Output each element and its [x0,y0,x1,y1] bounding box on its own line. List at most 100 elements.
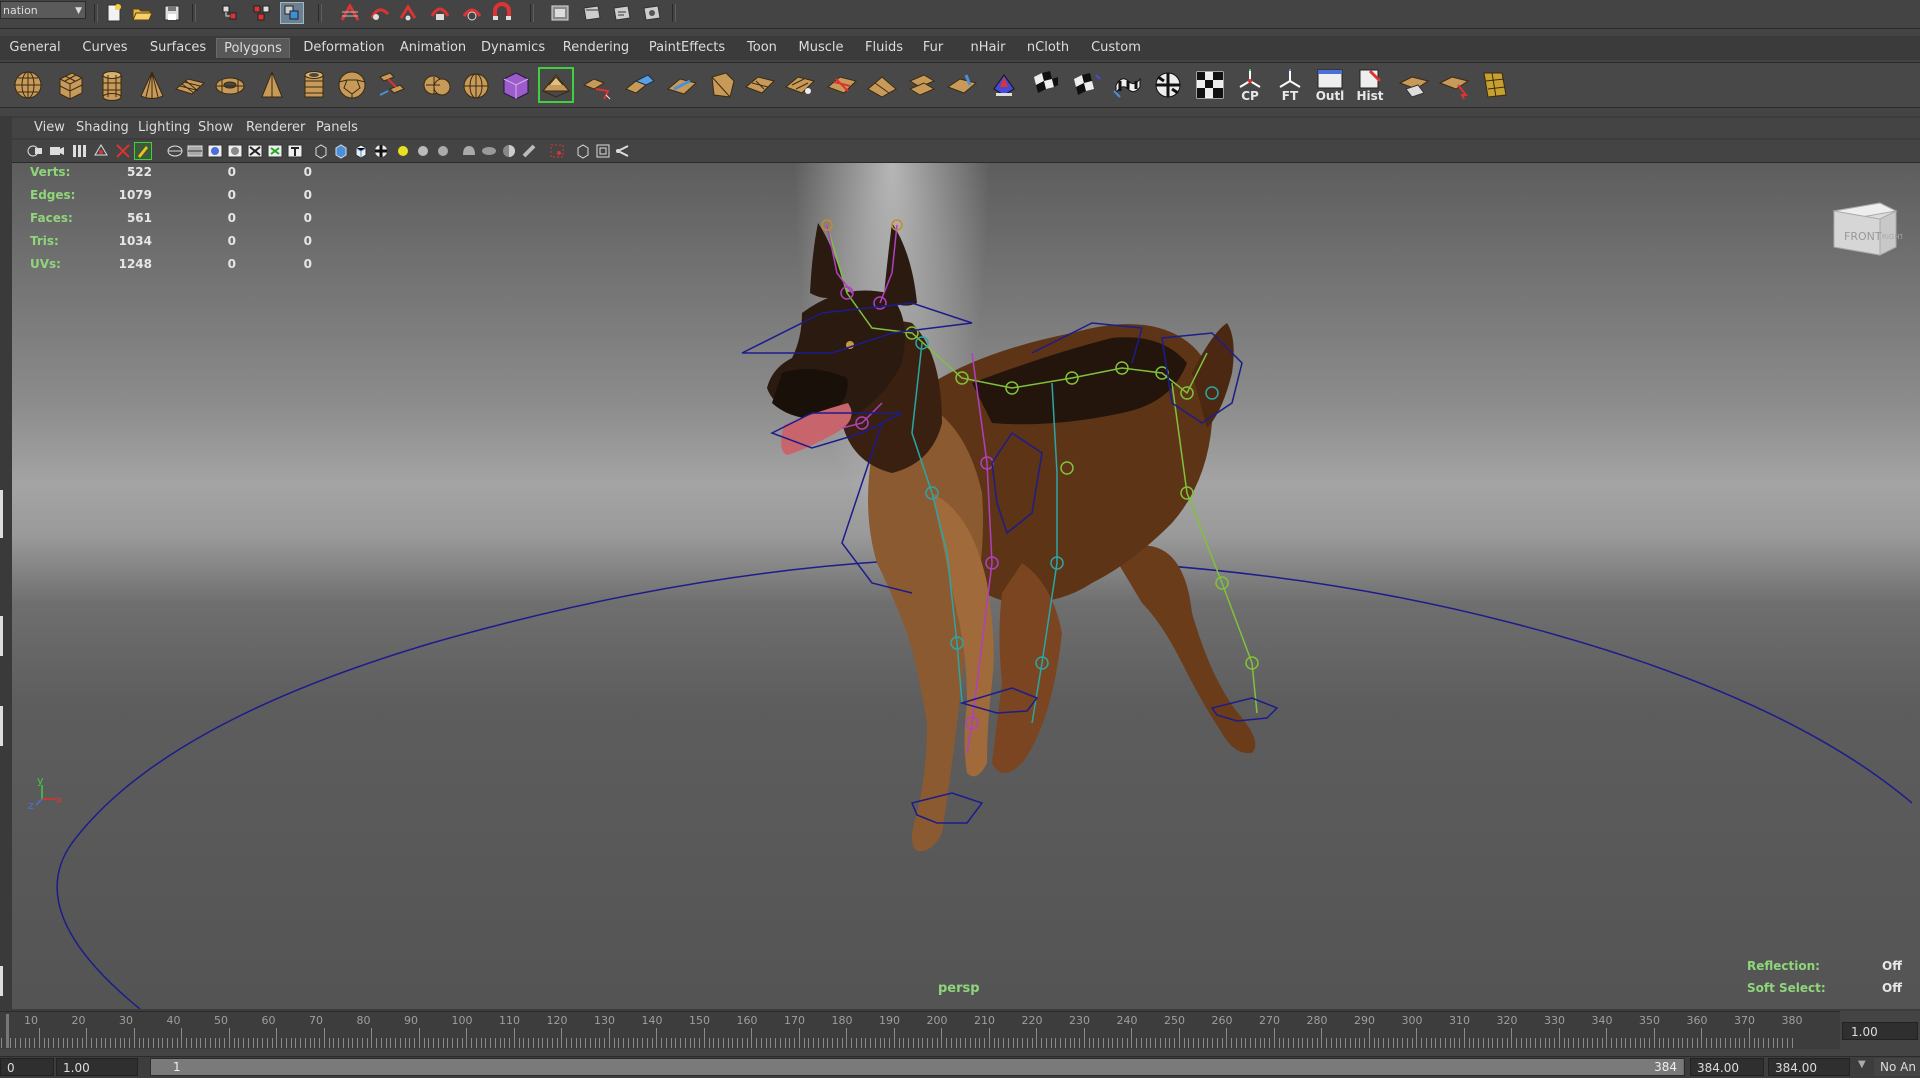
current-time-marker[interactable] [6,1014,9,1048]
shelf-tab-animation[interactable]: Animation [399,38,467,58]
panel-menu-lighting[interactable]: Lighting [138,120,191,135]
tool-box-handle[interactable] [0,706,3,746]
animation-start-field[interactable]: 0 [0,1058,54,1076]
panel-menu-renderer[interactable]: Renderer [246,120,305,135]
poly-pipe-icon[interactable] [296,67,332,103]
motion-blur-icon[interactable] [480,142,498,160]
flip-triangle-edge-icon[interactable] [904,67,940,103]
poly-cylinder-icon[interactable] [94,67,130,103]
shelf-tab-deformation[interactable]: Deformation [302,38,386,58]
save-scene-icon[interactable] [160,2,184,24]
textured-icon[interactable] [226,142,244,160]
wireframe-icon[interactable] [166,142,184,160]
perspective-viewport[interactable]: Verts: 522 0 0 Edges: 1079 0 0 Faces: 561 0 0 Tris: 1… [12,163,1920,1009]
poly-cube-icon[interactable] [52,67,88,103]
slide-edge-icon[interactable] [864,67,900,103]
history-shelf-button[interactable]: Hist [1352,67,1388,103]
playback-start-field[interactable]: 1.00 [56,1058,138,1076]
shadows-icon[interactable] [266,142,284,160]
shelf-tab-custom[interactable]: Custom [1088,38,1144,58]
range-slider-track[interactable]: 1 384 [150,1058,1685,1076]
poly-prism-icon[interactable] [254,67,290,103]
cut-faces-icon[interactable] [664,67,700,103]
bridge-icon[interactable] [580,67,616,103]
add-divisions-icon[interactable] [824,67,860,103]
combine-icon[interactable] [374,67,410,103]
snap-magnet-icon[interactable] [490,2,514,24]
smooth-icon[interactable] [498,67,534,103]
ft-shelf-button[interactable]: FT [1272,67,1308,103]
snap-grid-icon[interactable] [338,2,362,24]
spherical-mapping-icon[interactable] [1150,67,1186,103]
append-polygon-icon[interactable] [622,67,658,103]
hud-text-icon[interactable] [286,142,304,160]
snap-point-icon[interactable] [396,2,420,24]
image-plane-icon[interactable] [92,142,110,160]
range-slider-handle[interactable]: 1 384 [151,1059,1683,1075]
xray-joints-icon[interactable] [352,142,370,160]
snap-live-icon[interactable] [460,2,484,24]
grease-pencil-icon[interactable] [134,142,152,160]
panel-menu-view[interactable]: View [34,120,65,135]
film-gate-icon[interactable] [574,142,592,160]
screen-space-ao-icon[interactable] [520,142,538,160]
shelf-tab-toon[interactable]: Toon [745,38,779,58]
ambient-occlusion-icon[interactable] [460,142,478,160]
tool-box-handle[interactable] [0,490,3,538]
bookmarks-icon[interactable] [70,142,88,160]
isolate-select-icon[interactable] [312,142,330,160]
shelf-tab-muscle[interactable]: Muscle [797,38,845,58]
shelf-tab-ncloth[interactable]: nCloth [1024,38,1072,58]
select-component-icon[interactable] [280,2,304,24]
snap-view-plane-icon[interactable] [428,2,452,24]
outliner-shelf-button[interactable]: Outl [1312,67,1348,103]
shelf-tab-polygons[interactable]: Polygons [216,38,290,58]
insert-edge-loop-icon[interactable] [742,67,778,103]
anim-layer-field[interactable]: No An [1874,1058,1920,1076]
split-polygon-icon[interactable] [704,67,740,103]
render-frame-icon[interactable] [580,2,604,24]
poke-face-icon[interactable] [944,67,980,103]
panel-menu-shading[interactable]: Shading [76,120,129,135]
shelf-tab-surfaces[interactable]: Surfaces [146,38,210,58]
select-hierarchy-icon[interactable] [218,2,242,24]
shelf-tab-nhair[interactable]: nHair [968,38,1008,58]
wireframe-on-shaded-icon[interactable] [206,142,224,160]
planar-mapping-icon[interactable] [1068,67,1104,103]
poly-cone-icon[interactable] [134,67,170,103]
tool-box-handle[interactable] [0,966,3,996]
safe-action-icon[interactable] [614,142,632,160]
menu-set-dropdown[interactable]: nation ▼ [0,1,86,19]
backface-icon[interactable] [372,142,390,160]
ipr-render-icon[interactable] [610,2,634,24]
default-light-icon[interactable] [394,142,412,160]
shelf-tab-general[interactable]: General [6,38,64,58]
all-lights-icon[interactable] [414,142,432,160]
use-all-lights-icon[interactable] [246,142,264,160]
extrude-icon[interactable] [538,67,574,103]
animation-end-field[interactable]: 384.00 [1768,1058,1850,1076]
snap-curve-icon[interactable] [368,2,392,24]
transfer-attributes-icon[interactable] [1396,67,1432,103]
render-view-icon[interactable] [548,2,572,24]
separate-icon[interactable] [418,67,454,103]
offset-edge-loop-icon[interactable] [782,67,818,103]
shelf-tab-painteffects[interactable]: PaintEffects [646,38,728,58]
field-chart-icon[interactable] [594,142,612,160]
current-time-field[interactable]: 1.00 [1842,1022,1918,1040]
automatic-mapping-icon[interactable] [1192,67,1228,103]
view-cube[interactable]: FRONT RIGHT [1822,193,1905,263]
camera-attributes-icon[interactable] [48,142,66,160]
poly-sphere-icon[interactable] [10,67,46,103]
multisample-icon[interactable] [500,142,518,160]
uv-editor-icon[interactable] [1476,67,1512,103]
panel-menu-panels[interactable]: Panels [316,120,358,135]
checker-uv-icon[interactable] [1028,67,1064,103]
wedge-face-icon[interactable] [986,67,1022,103]
shelf-tab-curves[interactable]: Curves [79,38,131,58]
shelf-tab-rendering[interactable]: Rendering [560,38,632,58]
shelf-tab-fur[interactable]: Fur [920,38,946,58]
poly-soccer-ball-icon[interactable] [334,67,370,103]
smooth-shade-icon[interactable] [186,142,204,160]
open-scene-icon[interactable] [130,2,154,24]
